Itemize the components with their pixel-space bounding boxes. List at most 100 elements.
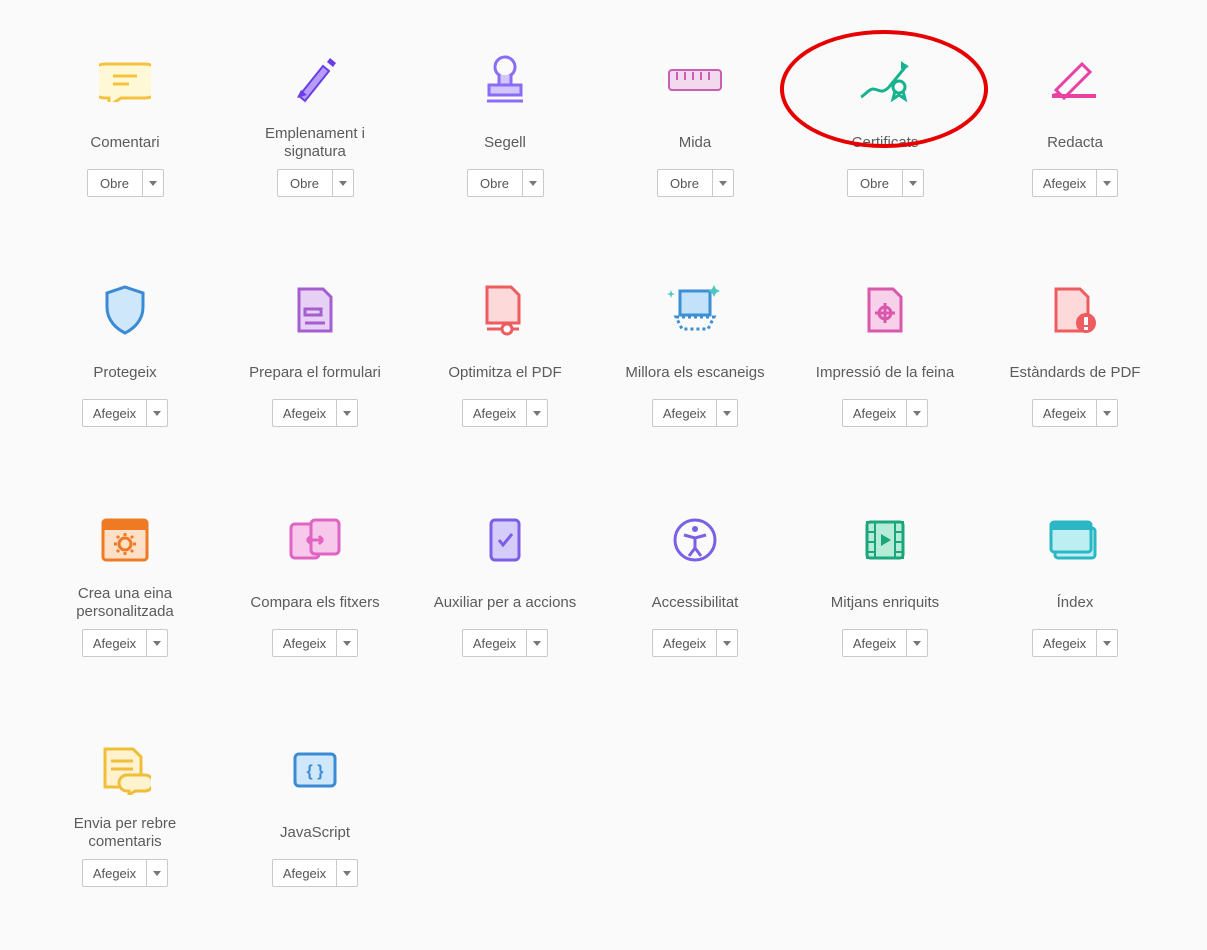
print-prod-icon[interactable] bbox=[865, 275, 905, 345]
tool-label[interactable]: Impressió de la feina bbox=[816, 355, 954, 391]
dropdown-caret-icon[interactable] bbox=[337, 860, 357, 886]
certificates-icon[interactable] bbox=[855, 45, 915, 115]
fill-sign-icon[interactable] bbox=[289, 45, 341, 115]
dropdown-caret-icon[interactable] bbox=[527, 400, 547, 426]
tool-label[interactable]: Millora els escaneigs bbox=[625, 355, 764, 391]
dropdown-caret-icon[interactable] bbox=[337, 400, 357, 426]
tool-label[interactable]: Certificats bbox=[852, 125, 919, 161]
add-button[interactable]: Afegeix bbox=[83, 860, 147, 886]
open-button[interactable]: Obre bbox=[278, 170, 333, 196]
javascript-icon[interactable]: { } bbox=[291, 735, 339, 805]
tool-label[interactable]: Comentari bbox=[90, 125, 159, 161]
tools-grid: Comentari Obre Emplenament i signatura Obre… bbox=[30, 30, 1177, 920]
dropdown-caret-icon[interactable] bbox=[907, 400, 927, 426]
stamp-icon[interactable] bbox=[481, 45, 529, 115]
add-button[interactable]: Afegeix bbox=[273, 400, 337, 426]
tool-label[interactable]: Optimitza el PDF bbox=[448, 355, 561, 391]
tool-label[interactable]: Compara els fitxers bbox=[250, 585, 379, 621]
add-button[interactable]: Afegeix bbox=[463, 630, 527, 656]
tool-label[interactable]: Protegeix bbox=[93, 355, 156, 391]
tool-label[interactable]: Prepara el formulari bbox=[249, 355, 381, 391]
tool-action-split-button: Afegeix bbox=[272, 399, 358, 427]
tool-label[interactable]: JavaScript bbox=[280, 815, 350, 851]
dropdown-caret-icon[interactable] bbox=[143, 170, 163, 196]
accessibility-icon[interactable] bbox=[672, 505, 718, 575]
tool-label[interactable]: Accessibilitat bbox=[652, 585, 739, 621]
dropdown-caret-icon[interactable] bbox=[903, 170, 923, 196]
add-button[interactable]: Afegeix bbox=[843, 400, 907, 426]
tool-comment: Comentari Obre bbox=[30, 30, 220, 230]
dropdown-caret-icon[interactable] bbox=[713, 170, 733, 196]
tool-action-split-button: Afegeix bbox=[1032, 399, 1118, 427]
redact-icon[interactable] bbox=[1048, 45, 1102, 115]
open-button[interactable]: Obre bbox=[468, 170, 523, 196]
add-button[interactable]: Afegeix bbox=[83, 400, 147, 426]
add-button[interactable]: Afegeix bbox=[653, 400, 717, 426]
add-button[interactable]: Afegeix bbox=[1033, 630, 1097, 656]
open-button[interactable]: Obre bbox=[848, 170, 903, 196]
tool-send-comments: Envia per rebre comentaris Afegeix bbox=[30, 720, 220, 920]
index-icon[interactable] bbox=[1049, 505, 1101, 575]
action-wizard-icon[interactable] bbox=[485, 505, 525, 575]
enhance-scans-icon[interactable] bbox=[666, 275, 724, 345]
tool-stamp: Segell Obre bbox=[410, 30, 600, 230]
tool-action-split-button: Obre bbox=[87, 169, 164, 197]
rich-media-icon[interactable] bbox=[863, 505, 907, 575]
pdf-standards-icon[interactable] bbox=[1052, 275, 1098, 345]
add-button[interactable]: Afegeix bbox=[273, 630, 337, 656]
open-button[interactable]: Obre bbox=[88, 170, 143, 196]
protect-icon[interactable] bbox=[104, 275, 146, 345]
custom-tool-icon[interactable] bbox=[100, 505, 150, 575]
dropdown-caret-icon[interactable] bbox=[1097, 170, 1117, 196]
add-button[interactable]: Afegeix bbox=[273, 860, 337, 886]
tool-label[interactable]: Auxiliar per a accions bbox=[434, 585, 577, 621]
measure-icon[interactable] bbox=[667, 45, 723, 115]
tool-accessibility: Accessibilitat Afegeix bbox=[600, 490, 790, 690]
add-button[interactable]: Afegeix bbox=[843, 630, 907, 656]
tool-label[interactable]: Segell bbox=[484, 125, 526, 161]
dropdown-caret-icon[interactable] bbox=[333, 170, 353, 196]
dropdown-caret-icon[interactable] bbox=[717, 630, 737, 656]
tool-label[interactable]: Estàndards de PDF bbox=[1010, 355, 1141, 391]
add-button[interactable]: Afegeix bbox=[1033, 400, 1097, 426]
tool-label[interactable]: Envia per rebre comentaris bbox=[45, 815, 205, 851]
dropdown-caret-icon[interactable] bbox=[147, 860, 167, 886]
tool-label[interactable]: Índex bbox=[1057, 585, 1094, 621]
dropdown-caret-icon[interactable] bbox=[523, 170, 543, 196]
tool-action-split-button: Afegeix bbox=[1032, 629, 1118, 657]
compare-icon[interactable] bbox=[287, 505, 343, 575]
tool-label[interactable]: Mitjans enriquits bbox=[831, 585, 939, 621]
tool-action-split-button: Obre bbox=[657, 169, 734, 197]
tool-prepare-form: Prepara el formulari Afegeix bbox=[220, 260, 410, 460]
tool-action-split-button: Afegeix bbox=[82, 399, 168, 427]
comment-icon[interactable] bbox=[99, 45, 151, 115]
optimize-pdf-icon[interactable] bbox=[483, 275, 527, 345]
tool-action-split-button: Obre bbox=[277, 169, 354, 197]
tool-action-split-button: Obre bbox=[467, 169, 544, 197]
send-comments-icon[interactable] bbox=[99, 735, 151, 805]
add-button[interactable]: Afegeix bbox=[83, 630, 147, 656]
dropdown-caret-icon[interactable] bbox=[147, 630, 167, 656]
tool-action-split-button: Afegeix bbox=[82, 859, 168, 887]
dropdown-caret-icon[interactable] bbox=[1097, 630, 1117, 656]
add-button[interactable]: Afegeix bbox=[463, 400, 527, 426]
tool-action-split-button: Afegeix bbox=[1032, 169, 1118, 197]
open-button[interactable]: Obre bbox=[658, 170, 713, 196]
tool-fill-sign: Emplenament i signatura Obre bbox=[220, 30, 410, 230]
tool-label[interactable]: Crea una eina personalitzada bbox=[45, 585, 205, 621]
add-button[interactable]: Afegeix bbox=[653, 630, 717, 656]
dropdown-caret-icon[interactable] bbox=[1097, 400, 1117, 426]
tool-rich-media: Mitjans enriquits Afegeix bbox=[790, 490, 980, 690]
tool-label[interactable]: Redacta bbox=[1047, 125, 1103, 161]
add-button[interactable]: Afegeix bbox=[1033, 170, 1097, 196]
dropdown-caret-icon[interactable] bbox=[527, 630, 547, 656]
dropdown-caret-icon[interactable] bbox=[717, 400, 737, 426]
prepare-form-icon[interactable] bbox=[295, 275, 335, 345]
dropdown-caret-icon[interactable] bbox=[337, 630, 357, 656]
tool-label[interactable]: Emplenament i signatura bbox=[235, 125, 395, 161]
tool-compare: Compara els fitxers Afegeix bbox=[220, 490, 410, 690]
dropdown-caret-icon[interactable] bbox=[147, 400, 167, 426]
dropdown-caret-icon[interactable] bbox=[907, 630, 927, 656]
tool-optimize-pdf: Optimitza el PDF Afegeix bbox=[410, 260, 600, 460]
tool-label[interactable]: Mida bbox=[679, 125, 712, 161]
